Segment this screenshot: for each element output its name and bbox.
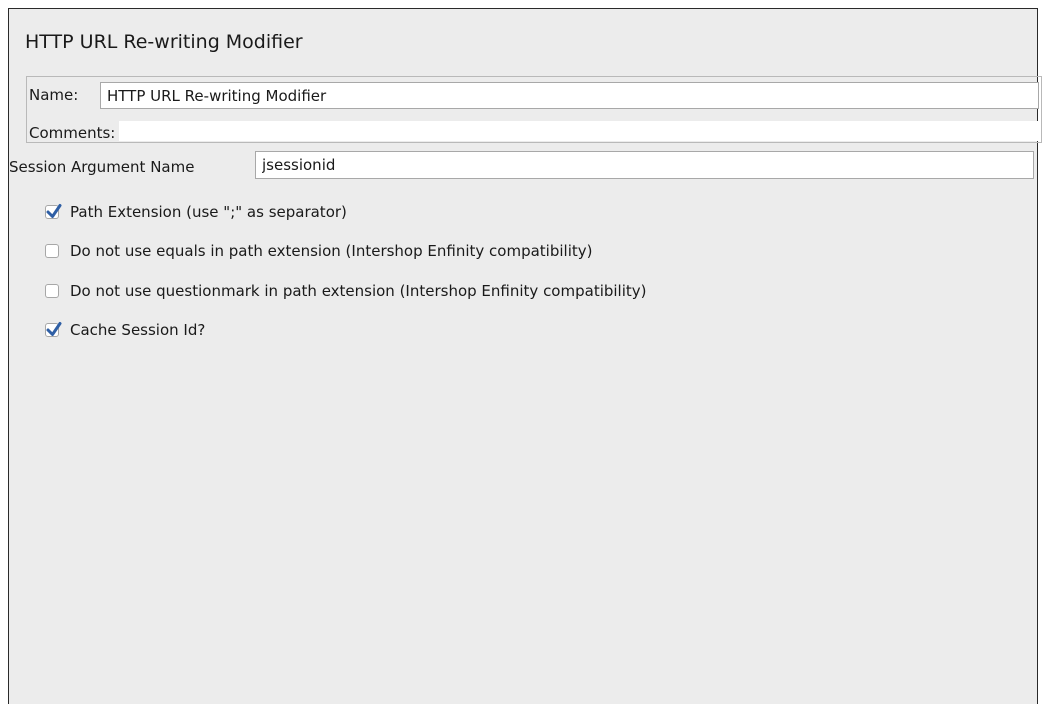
no-equals-checkbox[interactable] xyxy=(45,244,59,258)
session-argument-input[interactable] xyxy=(255,151,1034,179)
cache-session-option[interactable]: Cache Session Id? xyxy=(45,320,205,340)
check-mark-icon xyxy=(46,322,62,336)
modifier-panel: HTTP URL Re-writing Modifier Name: Comme… xyxy=(8,8,1042,704)
panel-title: HTTP URL Re-writing Modifier xyxy=(25,31,303,53)
name-input[interactable] xyxy=(100,82,1039,109)
no-equals-label: Do not use equals in path extension (Int… xyxy=(70,242,593,260)
name-label: Name: xyxy=(29,86,79,104)
no-questionmark-checkbox[interactable] xyxy=(45,284,59,298)
path-extension-label: Path Extension (use ";" as separator) xyxy=(70,203,347,221)
path-extension-option[interactable]: Path Extension (use ";" as separator) xyxy=(45,202,347,222)
no-equals-option[interactable]: Do not use equals in path extension (Int… xyxy=(45,241,592,261)
cache-session-checkbox[interactable] xyxy=(45,322,62,337)
check-mark-icon xyxy=(46,204,62,218)
session-argument-label: Session Argument Name xyxy=(9,158,195,176)
comments-label: Comments: xyxy=(29,124,116,142)
name-comments-group: Name: Comments: xyxy=(26,76,1042,143)
cache-session-label: Cache Session Id? xyxy=(70,321,206,339)
comments-input[interactable] xyxy=(119,121,1039,141)
path-extension-checkbox[interactable] xyxy=(45,204,62,219)
no-questionmark-option[interactable]: Do not use questionmark in path extensio… xyxy=(45,281,647,301)
no-questionmark-label: Do not use questionmark in path extensio… xyxy=(70,282,647,300)
